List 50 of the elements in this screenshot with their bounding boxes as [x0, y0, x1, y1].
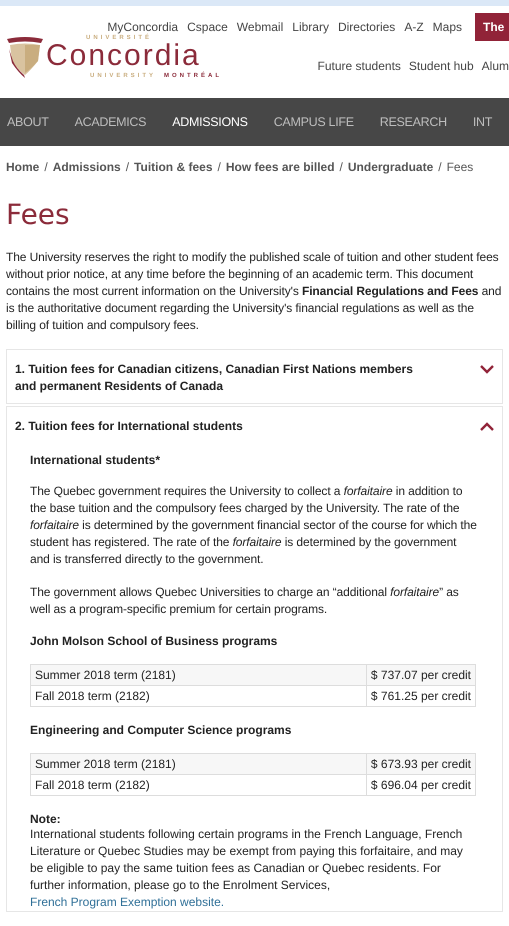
audience-link[interactable]: Alum: [482, 59, 509, 73]
audience-link[interactable]: Student hub: [408, 59, 474, 73]
nav-item[interactable]: RESEARCH: [380, 115, 447, 129]
paragraph: The Quebec government requires the University to collect a forfaitaire in addition to the base tuition and the compulsory fees charged by the University. The rate of the forfaitaire is determined by the government financial sector of the course for which the student has registered. The rate of the forfaitaire is determined by the government and is transferred directly to the government.: [30, 483, 478, 568]
breadcrumb-separator: /: [126, 160, 130, 174]
nav-item[interactable]: CAMPUS LIFE: [274, 115, 354, 129]
table-cell: Fall 2018 term (2182): [30, 774, 366, 796]
breadcrumb-separator: /: [340, 160, 343, 174]
audience-link[interactable]: Future students: [318, 59, 401, 73]
breadcrumb-separator: /: [438, 160, 442, 174]
section-heading: International students*: [30, 453, 162, 467]
table-cell: $ 761.25 per credit: [366, 686, 476, 706]
note-label: Note:: [30, 812, 62, 826]
shield-logo-icon: [6, 35, 44, 79]
breadcrumb-link[interactable]: Tuition & fees: [134, 160, 212, 174]
utility-link[interactable]: Maps: [432, 20, 462, 34]
table-cell: $ 696.04 per credit: [366, 774, 476, 796]
breadcrumb-separator: /: [218, 160, 221, 174]
exemption-link[interactable]: French Program Exemption website.: [30, 895, 224, 909]
nav-item[interactable]: INT: [472, 115, 492, 129]
utility-link[interactable]: Cspace: [187, 20, 228, 34]
utility-link[interactable]: Webmail: [236, 20, 284, 34]
nav-item[interactable]: ADMISSIONS: [172, 115, 248, 129]
utility-button[interactable]: The: [475, 13, 509, 41]
section-heading: John Molson School of Business programs: [30, 634, 278, 648]
utility-link[interactable]: MyConcordia: [107, 20, 178, 34]
table-cell: Summer 2018 term (2181): [30, 754, 366, 774]
page-title: Fees: [6, 198, 71, 231]
nav-item[interactable]: ABOUT: [7, 115, 49, 129]
utility-link[interactable]: A-Z: [404, 20, 424, 34]
chevron-up-icon: [480, 422, 494, 431]
utility-link[interactable]: Library: [292, 20, 329, 34]
breadcrumb-link[interactable]: Home: [6, 160, 40, 174]
section-heading: Engineering and Computer Science programs: [30, 723, 292, 737]
table-cell: Fall 2018 term (2182): [30, 686, 366, 706]
intro-paragraph: The University reserves the right to modify the published scale of tuition and other student fees without prior notice, at any time before the beginning of an academic term. This document contains the most current information on the University's Financial Regulations and Fees and is the authoritative document regarding the University's financial regulations as well as the billing of tuition and compulsory fees.: [6, 249, 502, 334]
nav-item[interactable]: ACADEMICS: [74, 115, 146, 129]
table-cell: $ 673.93 per credit: [366, 754, 476, 774]
breadcrumb-link[interactable]: How fees are billed: [226, 160, 335, 174]
table-cell: $ 737.07 per credit: [366, 664, 476, 686]
note-text: International students following certain programs in the French Language, French Literature or Quebec Studies may be exempt from paying this forfaitaire, and may be eligible to pay the same tuition fees as Canadian or Quebec residents. For further information, please go to the Enrolment Services, French Program Exemption website.: [30, 826, 464, 911]
breadcrumb-link[interactable]: Undergraduate: [348, 160, 434, 174]
paragraph: The government allows Quebec Universities to charge an “additional forfaitaire” as well as a program-specific premium for certain programs.: [30, 584, 460, 618]
breadcrumb-link[interactable]: Fees: [446, 160, 474, 174]
breadcrumb-separator: /: [44, 160, 48, 174]
table-cell: Summer 2018 term (2181): [30, 664, 366, 686]
utility-link[interactable]: Directories: [338, 20, 396, 34]
breadcrumb-link[interactable]: Admissions: [52, 160, 121, 174]
chevron-down-icon: [480, 365, 494, 374]
logo-wordmark: Concordia: [46, 41, 201, 71]
